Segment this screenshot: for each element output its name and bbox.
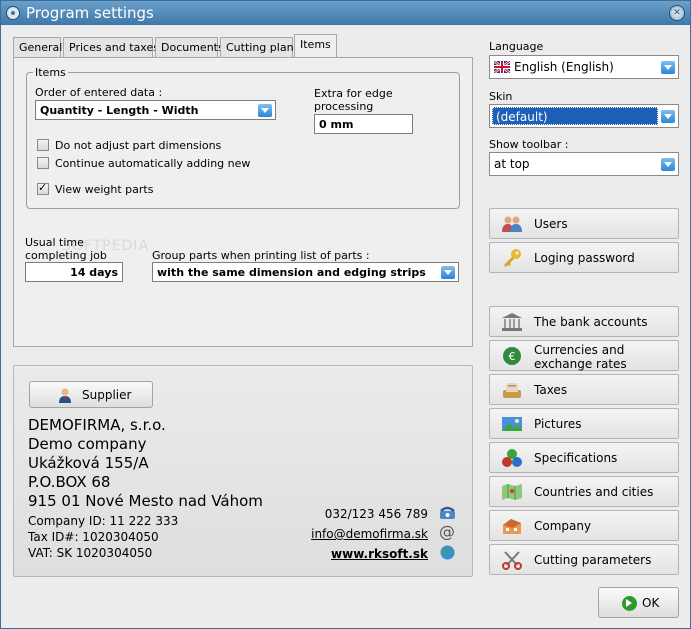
order-value: Quantity - Length - Width [40,104,199,117]
users-icon [502,216,522,232]
supplier-person-icon [59,388,71,403]
users-button[interactable]: Users [489,208,679,239]
chevron-down-icon[interactable] [441,266,455,279]
company-label: Company [534,519,592,533]
specifications-label: Specifications [534,451,618,465]
company-phone: 032/123 456 789 [324,507,428,521]
company-email[interactable]: info@demofirma.sk [311,527,428,541]
currencies-label: Currencies and exchange rates [534,343,627,371]
countries-button[interactable]: Countries and cities [489,476,679,507]
phone-icon [440,506,455,519]
company-street: Ukážková 155/A [28,454,149,472]
pictures-button[interactable]: Pictures [489,408,679,439]
skin-select[interactable]: (default) [489,104,679,128]
countries-label: Countries and cities [534,485,654,499]
pictures-label: Pictures [534,417,582,431]
program-settings-window: Program settings ✕ General Prices and ta… [0,0,691,629]
bank-accounts-label: The bank accounts [534,315,648,329]
tab-cutting-plans[interactable]: Cutting plans [220,37,299,58]
skin-label: Skin [489,90,513,103]
cutting-parameters-label: Cutting parameters [534,553,652,567]
group-parts-value: with the same dimension and edging strip… [157,266,426,279]
company-name-2: Demo company [28,435,147,453]
picture-icon [502,417,522,431]
ok-label: OK [642,596,660,610]
currencies-button[interactable]: € Currencies and exchange rates [489,340,679,371]
chevron-down-icon[interactable] [661,158,675,171]
bank-icon [502,313,522,331]
company-web[interactable]: www.rksoft.sk [331,547,428,561]
tab-items[interactable]: Items [294,34,337,58]
loging-password-button[interactable]: Loging password [489,242,679,273]
language-select[interactable]: English (English) [489,55,679,79]
language-value: English (English) [514,60,614,74]
supplier-button[interactable]: Supplier [29,381,153,408]
app-icon [6,6,20,20]
email-icon: @ [439,522,455,541]
supplier-label: Supplier [82,388,132,402]
chevron-down-icon[interactable] [258,104,272,117]
group-parts-select[interactable]: with the same dimension and edging strip… [152,262,459,282]
title-bar: Program settings ✕ [1,1,690,25]
continue-adding-checkbox[interactable] [37,157,49,169]
users-label: Users [534,217,568,231]
group-parts-label: Group parts when printing list of parts … [152,249,370,262]
ok-button[interactable]: OK [598,587,679,618]
cutting-parameters-button[interactable]: Cutting parameters [489,544,679,575]
tab-prices-and-taxes[interactable]: Prices and taxes [63,37,159,58]
order-label: Order of entered data : [35,86,163,99]
chevron-down-icon[interactable] [661,61,675,74]
toolbar-value: at top [494,157,530,171]
uk-flag-icon [494,61,510,73]
company-icon [503,519,521,534]
key-icon [504,249,521,267]
items-group-title: Items [33,66,68,79]
usual-time-label: Usual time completing job [25,236,107,262]
no-adjust-checkbox[interactable] [37,139,49,151]
toolbar-label: Show toolbar : [489,138,569,151]
extra-label: Extra for edge processing [314,87,393,113]
company-id: Company ID: 11 222 333 [28,514,179,528]
weight-parts-label: View weight parts [55,183,154,196]
specifications-icon [502,449,522,467]
ok-icon [622,596,637,611]
map-icon [502,484,522,500]
currency-icon: € [503,347,521,365]
taxes-icon [503,383,521,398]
tab-general[interactable]: General [13,37,62,58]
globe-icon [440,545,455,560]
weight-parts-checkbox[interactable] [37,181,49,195]
specifications-button[interactable]: Specifications [489,442,679,473]
company-button[interactable]: Company [489,510,679,541]
company-city: 915 01 Nové Mesto nad Váhom [28,492,263,510]
company-info-panel: Supplier DEMOFIRMA, s.r.o. Demo company … [13,365,473,577]
bank-accounts-button[interactable]: The bank accounts [489,306,679,337]
svg-text:€: € [509,350,516,363]
tab-documents[interactable]: Documents [155,37,224,58]
taxes-label: Taxes [534,383,568,397]
usual-time-input[interactable]: 14 days [25,262,123,282]
close-icon[interactable]: ✕ [669,5,685,21]
taxes-button[interactable]: Taxes [489,374,679,405]
toolbar-select[interactable]: at top [489,152,679,176]
extra-input[interactable]: 0 mm [314,114,413,134]
company-vat: VAT: SK 1020304050 [28,546,153,560]
no-adjust-label: Do not adjust part dimensions [55,139,222,152]
window-title: Program settings [26,4,154,22]
language-label: Language [489,40,544,53]
skin-value: (default) [492,107,658,125]
company-pobox: P.O.BOX 68 [28,473,111,491]
company-tax-id: Tax ID#: 1020304050 [28,530,159,544]
order-select[interactable]: Quantity - Length - Width [35,100,276,120]
continue-adding-label: Continue automatically adding new [55,157,251,170]
company-name: DEMOFIRMA, s.r.o. [28,416,166,434]
chevron-down-icon[interactable] [661,110,675,123]
loging-password-label: Loging password [534,251,635,265]
scissors-icon [502,551,522,570]
